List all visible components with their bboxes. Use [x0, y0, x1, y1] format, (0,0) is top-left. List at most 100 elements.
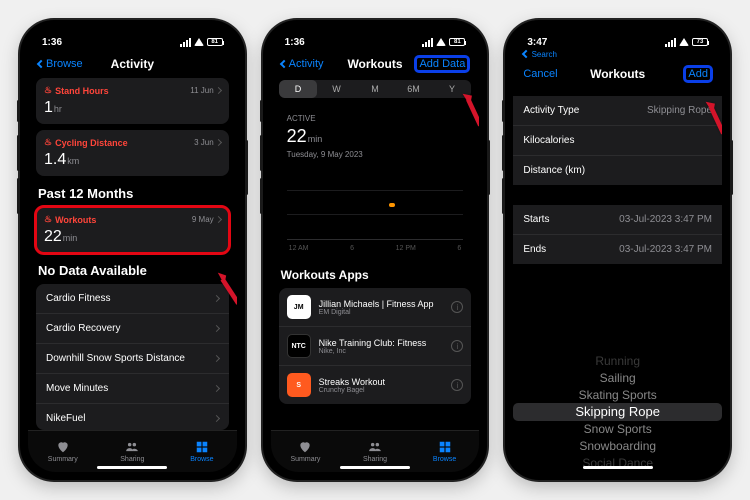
list-item[interactable]: Cardio Recovery: [36, 314, 229, 344]
battery-icon: 81: [449, 38, 465, 46]
picker-option[interactable]: Social Dance: [582, 455, 653, 472]
chart-card[interactable]: ACTIVE 22min Tuesday, 9 May 2023 12 AM 6…: [279, 108, 472, 258]
cancel-button[interactable]: Cancel: [523, 68, 578, 80]
chart-x-axis: 12 AM 6 12 PM 6: [287, 243, 464, 252]
list-item-label: Move Minutes: [46, 383, 108, 394]
card-workouts[interactable]: ♨Workouts 9 May 22min: [36, 207, 229, 253]
apps-list: JM Jillian Michaels | Fitness AppEM Digi…: [279, 288, 472, 404]
picker-option[interactable]: Snow Sports: [584, 421, 652, 438]
card-unit: min: [63, 233, 78, 243]
card-date: 3 Jun: [194, 138, 214, 147]
card-date: 11 Jun: [190, 86, 213, 95]
time-range-segment[interactable]: D W M 6M Y: [279, 80, 472, 98]
card-title: Cycling Distance: [55, 138, 128, 148]
home-indicator[interactable]: [583, 466, 653, 469]
home-indicator[interactable]: [340, 466, 410, 469]
battery-icon: 81: [207, 38, 223, 46]
seg-6month[interactable]: 6M: [394, 80, 433, 98]
list-item[interactable]: NikeFuel: [36, 404, 229, 430]
battery-icon: 73: [692, 38, 708, 46]
app-row[interactable]: NTC Nike Training Club: FitnessNike, Inc…: [279, 327, 472, 366]
screen-activity: 1:36 81 Browse Activity ♨Stand Hours 11 …: [28, 28, 237, 472]
chart-data-point: [389, 203, 395, 207]
app-name: Streaks Workout: [319, 377, 385, 387]
add-data-label: Add Data: [419, 58, 465, 70]
list-item[interactable]: Cardio Fitness: [36, 284, 229, 314]
chevron-right-icon: [215, 216, 222, 223]
chevron-right-icon: [215, 139, 222, 146]
info-icon[interactable]: i: [451, 301, 463, 313]
picker-option[interactable]: Sailing: [600, 369, 636, 386]
picker-option-selected[interactable]: Skipping Rope: [513, 403, 722, 420]
page-title: Activity: [111, 57, 154, 71]
info-icon[interactable]: i: [451, 379, 463, 391]
signal-icon: [665, 38, 676, 47]
card-stand-hours[interactable]: ♨Stand Hours 11 Jun 1hr: [36, 78, 229, 124]
clock: 1:36: [285, 37, 305, 48]
field-starts[interactable]: Starts 03-Jul-2023 3:47 PM: [513, 205, 722, 235]
field-label: Starts: [523, 214, 549, 225]
wifi-icon: [436, 38, 446, 46]
chevron-left-icon: [37, 60, 45, 68]
axis-tick: 6: [350, 245, 354, 252]
list-item-label: Cardio Fitness: [46, 293, 110, 304]
chart-value: 22: [287, 126, 307, 147]
tab-browse[interactable]: Browse: [410, 431, 480, 472]
phone-frame-3: 3:47 73 Search Cancel Workouts Add Activ…: [505, 20, 730, 480]
card-value: 1: [44, 99, 53, 117]
field-value: 03-Jul-2023 3:47 PM: [619, 214, 712, 225]
activity-picker[interactable]: Running Sailing Skating Sports Skipping …: [513, 352, 722, 472]
page-title: Workouts: [347, 57, 402, 71]
home-indicator[interactable]: [97, 466, 167, 469]
tab-label: Summary: [48, 456, 78, 463]
field-kilocalories[interactable]: Kilocalories: [513, 126, 722, 156]
field-label: Activity Type: [523, 105, 579, 116]
signal-icon: [422, 38, 433, 47]
tab-summary[interactable]: Summary: [271, 431, 341, 472]
app-row[interactable]: S Streaks WorkoutCrunchy Bagel i: [279, 366, 472, 404]
nav-bar: Activity Workouts Add Data: [271, 52, 480, 78]
picker-option[interactable]: Skating Sports: [579, 386, 657, 403]
flame-icon: ♨: [44, 85, 52, 96]
back-label: Activity: [289, 58, 324, 70]
add-button[interactable]: Add: [684, 66, 712, 82]
tab-browse[interactable]: Browse: [167, 431, 237, 472]
axis-tick: 12 AM: [289, 245, 309, 252]
search-back-button[interactable]: Search: [523, 50, 557, 59]
app-name: Jillian Michaels | Fitness App: [319, 299, 434, 309]
axis-tick: 12 PM: [396, 245, 416, 252]
tab-label: Sharing: [363, 456, 387, 463]
seg-year[interactable]: Y: [433, 80, 472, 98]
seg-day[interactable]: D: [279, 80, 318, 98]
screen-add-workout: 3:47 73 Search Cancel Workouts Add Activ…: [513, 28, 722, 472]
app-publisher: EM Digital: [319, 309, 434, 316]
wifi-icon: [194, 38, 204, 46]
tab-label: Browse: [190, 456, 213, 463]
field-activity-type[interactable]: Activity TypeSkipping Rope: [513, 96, 722, 126]
seg-week[interactable]: W: [317, 80, 356, 98]
tab-summary[interactable]: Summary: [28, 431, 98, 472]
seg-month[interactable]: M: [356, 80, 395, 98]
back-button[interactable]: Activity: [281, 58, 336, 70]
card-cycling-distance[interactable]: ♨Cycling Distance 3 Jun 1.4km: [36, 130, 229, 176]
wifi-icon: [679, 38, 689, 46]
picker-option[interactable]: Running: [595, 352, 640, 369]
app-name: Nike Training Club: Fitness: [319, 338, 427, 348]
flame-icon: ♨: [44, 214, 52, 225]
list-item[interactable]: Move Minutes: [36, 374, 229, 404]
field-distance[interactable]: Distance (km): [513, 156, 722, 185]
search-back-label: Search: [532, 50, 557, 59]
field-ends[interactable]: Ends03-Jul-2023 3:47 PM: [513, 235, 722, 264]
cancel-label: Cancel: [523, 68, 557, 80]
app-icon: NTC: [287, 334, 311, 358]
app-row[interactable]: JM Jillian Michaels | Fitness AppEM Digi…: [279, 288, 472, 327]
add-data-button[interactable]: Add Data: [415, 56, 469, 72]
back-label: Browse: [46, 58, 83, 70]
info-icon[interactable]: i: [451, 340, 463, 352]
field-label: Ends: [523, 244, 546, 255]
app-icon: JM: [287, 295, 311, 319]
back-button[interactable]: Browse: [38, 58, 93, 70]
list-item[interactable]: Downhill Snow Sports Distance: [36, 344, 229, 374]
chevron-right-icon: [213, 415, 220, 422]
picker-option[interactable]: Snowboarding: [579, 438, 656, 455]
